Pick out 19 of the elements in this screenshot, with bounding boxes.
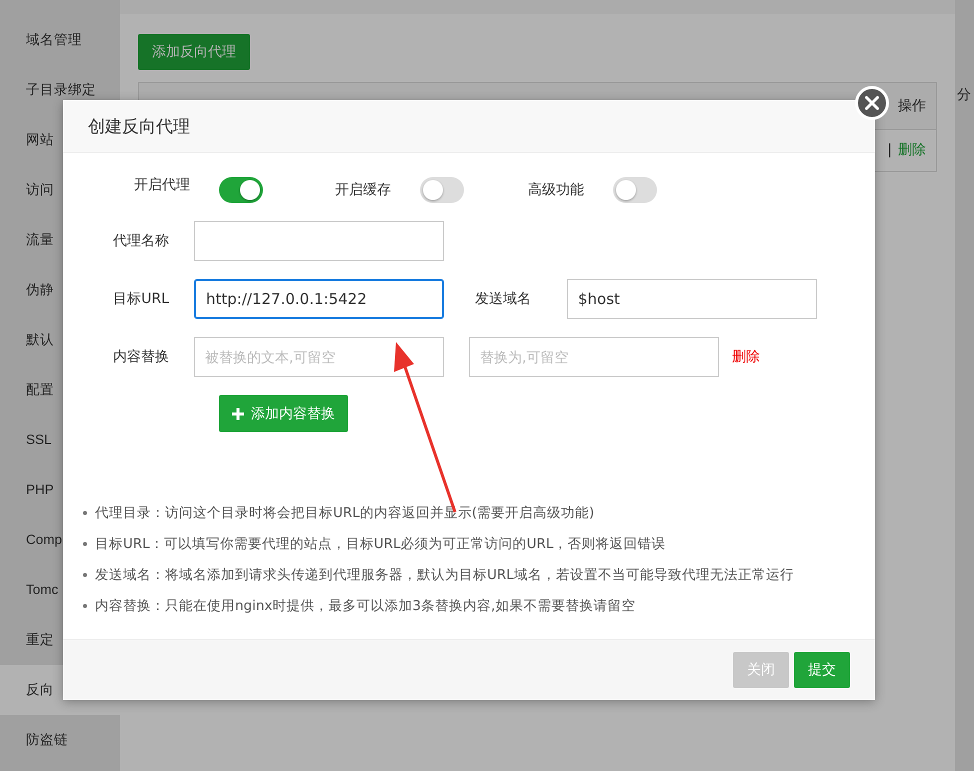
replace-from-input[interactable]: 被替换的文本,可留空: [194, 337, 444, 377]
url-input[interactable]: http://127.0.0.1:5422: [194, 279, 444, 319]
toggle-switch[interactable]: [613, 177, 657, 203]
add-replace-button[interactable]: 添加内容替换: [219, 395, 348, 432]
name-input[interactable]: [194, 221, 444, 261]
host-input[interactable]: $host: [567, 279, 817, 319]
toggle-label: 开启缓存: [335, 181, 392, 199]
table-header: 操作: [898, 97, 926, 115]
delete-link[interactable]: 删除: [732, 348, 760, 366]
toggle-switch[interactable]: [219, 177, 263, 203]
replace-to-input[interactable]: 替换为,可留空: [469, 337, 719, 377]
dialog-button[interactable]: 提交: [794, 652, 850, 688]
toggle-label: 开启代理: [134, 176, 191, 194]
separator: |: [887, 142, 892, 158]
plus-icon: [232, 408, 244, 420]
column-header: 分: [957, 87, 971, 103]
toggle-switch[interactable]: [420, 177, 464, 203]
field-label: 发送域名: [474, 290, 532, 308]
toggle-label: 高级功能: [528, 181, 585, 199]
